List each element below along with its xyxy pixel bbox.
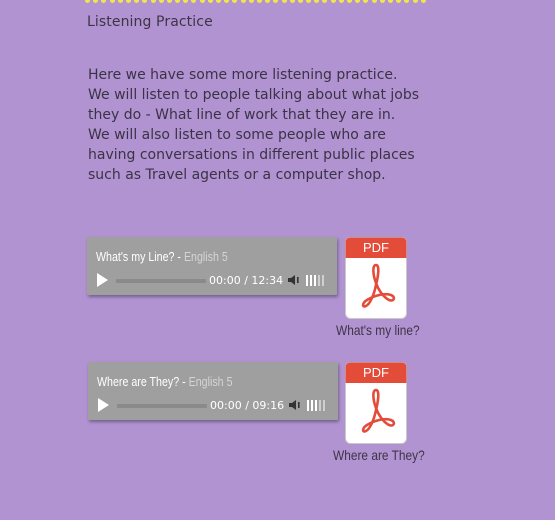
pdf-icon (345, 362, 407, 444)
intro-line: Here we have some more listening practic… (88, 67, 398, 83)
seek-bar[interactable] (116, 279, 206, 283)
intro-line: such as Travel agents or a computer shop… (88, 167, 386, 183)
track-title: Where are They? - English 5 (97, 374, 233, 389)
seek-bar[interactable] (117, 404, 207, 408)
play-button[interactable] (98, 398, 109, 412)
track-title-separator: - (179, 374, 189, 389)
audio-player-whats-my-line: What's my Line? - English 5 00:00 / 12:3… (87, 237, 337, 295)
intro-line: they do - What line of work that they ar… (88, 107, 396, 123)
pdf-caption[interactable]: Where are They? (333, 447, 425, 463)
intro-line: We will listen to people talking about w… (88, 87, 420, 103)
track-title-text: Where are They? (97, 374, 180, 389)
intro-text: Here we have some more listening practic… (88, 65, 428, 185)
intro-line: We will also listen to some people who a… (88, 127, 386, 143)
track-title-separator: - (174, 249, 184, 264)
pdf-download-whats-my-line[interactable]: PDF (345, 237, 407, 319)
track-subtitle: English 5 (183, 249, 228, 264)
track-title-text: What's my Line? (96, 249, 175, 264)
audio-player-where-are-they: Where are They? - English 5 00:00 / 09:1… (88, 362, 338, 420)
pdf-caption[interactable]: What's my line? (336, 322, 420, 338)
volume-slider[interactable] (307, 400, 325, 411)
pdf-icon (345, 237, 407, 319)
time-display: 00:00 / 12:34 (209, 274, 284, 287)
play-button[interactable] (97, 273, 108, 287)
pdf-download-where-are-they[interactable]: PDF (345, 362, 407, 444)
volume-slider[interactable] (306, 275, 324, 286)
volume-icon[interactable] (288, 274, 300, 286)
decorative-dots (85, 0, 426, 3)
page-heading: Listening Practice (87, 14, 213, 30)
intro-line: having conversations in different public… (88, 147, 415, 163)
time-display: 00:00 / 09:16 (210, 399, 285, 412)
volume-icon[interactable] (289, 399, 301, 411)
track-subtitle: English 5 (188, 374, 233, 389)
track-title: What's my Line? - English 5 (96, 249, 228, 264)
